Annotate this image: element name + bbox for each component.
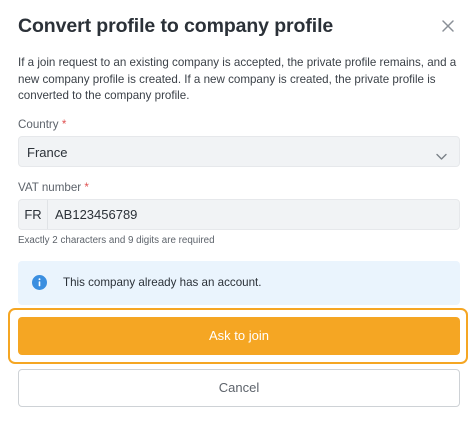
vat-country-prefix: FR: [19, 200, 48, 229]
info-icon: [32, 275, 47, 290]
info-banner: This company already has an account.: [18, 261, 460, 305]
country-select[interactable]: France: [18, 136, 460, 167]
header-divider: [0, 44, 475, 45]
cancel-button[interactable]: Cancel: [18, 369, 460, 407]
country-label: Country *: [18, 118, 66, 131]
required-mark: *: [61, 118, 67, 131]
vat-number-input[interactable]: AB123456789: [55, 207, 137, 222]
dialog-title: Convert profile to company profile: [18, 15, 334, 37]
vat-label: VAT number *: [18, 181, 89, 194]
info-banner-text: This company already has an account.: [63, 276, 262, 289]
country-label-text: Country: [18, 118, 59, 131]
vat-label-text: VAT number: [18, 181, 82, 194]
chevron-down-icon: [436, 148, 447, 160]
close-icon[interactable]: [439, 17, 457, 35]
country-select-value: France: [27, 145, 68, 160]
convert-profile-dialog: Convert profile to company profile If a …: [0, 0, 475, 424]
vat-number-field[interactable]: FR AB123456789: [18, 199, 460, 230]
required-mark: *: [84, 181, 89, 194]
vat-hint: Exactly 2 characters and 9 digits are re…: [18, 235, 215, 246]
ask-to-join-button[interactable]: Ask to join: [18, 317, 460, 355]
dialog-description: If a join request to an existing company…: [18, 56, 457, 102]
